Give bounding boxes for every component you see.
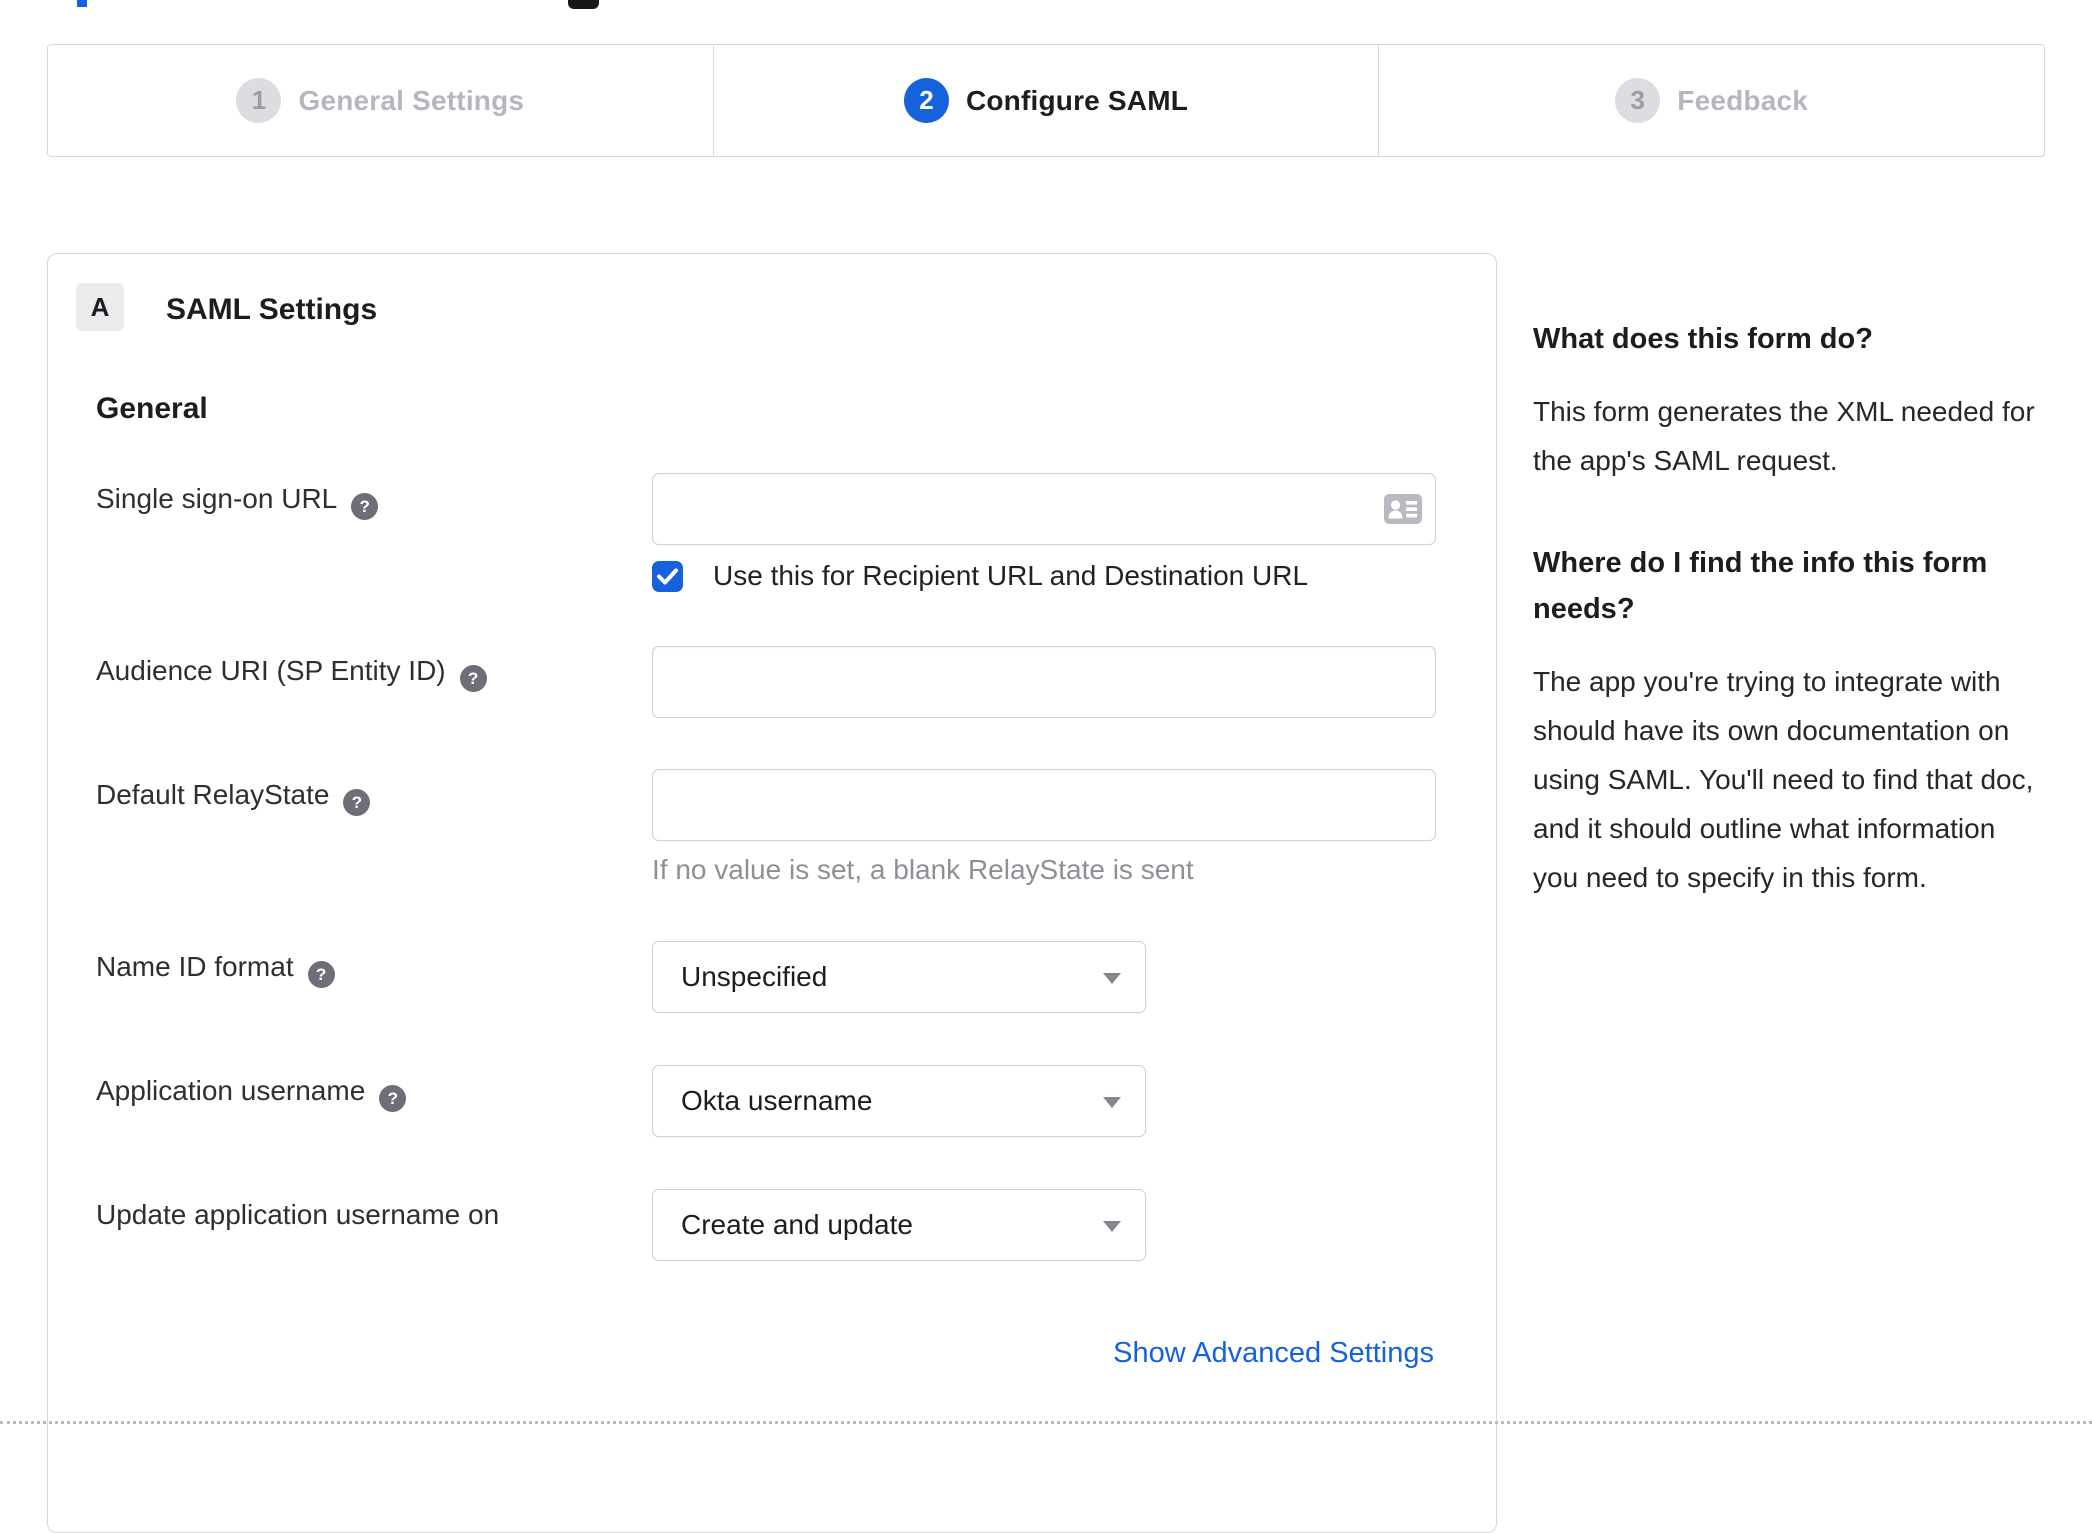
panel-title: SAML Settings bbox=[166, 293, 378, 326]
general-section-heading: General bbox=[96, 392, 208, 425]
step-number-badge: 1 bbox=[236, 78, 282, 123]
section-a-badge: A bbox=[76, 283, 124, 331]
single-sign-on-url-input[interactable] bbox=[652, 473, 1436, 545]
step-feedback[interactable]: 3 Feedback bbox=[1378, 45, 2044, 156]
cutoff-blue-element bbox=[77, 0, 87, 7]
help-icon[interactable]: ? bbox=[307, 961, 335, 988]
show-advanced-settings-link[interactable]: Show Advanced Settings bbox=[1113, 1337, 1434, 1370]
checkmark-icon bbox=[657, 568, 678, 584]
sidebar-heading: Where do I find the info this form needs… bbox=[1533, 547, 1988, 625]
application-username-select[interactable]: Okta username bbox=[652, 1065, 1146, 1137]
help-icon[interactable]: ? bbox=[343, 789, 371, 816]
audience-uri-label: Audience URI (SP Entity ID)? bbox=[96, 656, 487, 692]
step-number-badge: 2 bbox=[903, 78, 949, 123]
single-sign-on-url-label: Single sign-on URL? bbox=[96, 484, 379, 520]
chevron-down-icon bbox=[1103, 1221, 1121, 1232]
step-configure-saml[interactable]: 2 Configure SAML bbox=[712, 45, 1379, 156]
saml-settings-panel: A SAML Settings General Single sign-on U… bbox=[47, 253, 1497, 1533]
recipient-url-checkbox-row: Use this for Recipient URL and Destinati… bbox=[652, 560, 1308, 592]
chevron-down-icon bbox=[1103, 973, 1121, 984]
chevron-down-icon bbox=[1103, 1097, 1121, 1108]
name-id-format-select[interactable]: Unspecified bbox=[652, 941, 1146, 1013]
sidebar-paragraph: This form generates the XML needed for t… bbox=[1533, 396, 2035, 476]
default-relaystate-input[interactable] bbox=[652, 769, 1436, 841]
default-relaystate-label: Default RelayState? bbox=[96, 780, 371, 816]
help-icon[interactable]: ? bbox=[459, 665, 487, 692]
name-id-format-label: Name ID format? bbox=[96, 952, 335, 988]
select-value: Unspecified bbox=[681, 961, 828, 992]
step-number-badge: 3 bbox=[1615, 78, 1661, 123]
select-value: Okta username bbox=[681, 1085, 873, 1116]
step-label: Feedback bbox=[1677, 84, 1809, 116]
audience-uri-input[interactable] bbox=[652, 646, 1436, 718]
help-icon[interactable]: ? bbox=[351, 493, 379, 520]
select-value: Create and update bbox=[681, 1209, 913, 1240]
cutoff-black-icon bbox=[568, 0, 599, 9]
sidebar-paragraph: The app you're trying to integrate with … bbox=[1533, 666, 2034, 893]
wizard-stepper: 1 General Settings 2 Configure SAML 3 Fe… bbox=[47, 44, 2045, 157]
checkbox-label: Use this for Recipient URL and Destinati… bbox=[713, 560, 1309, 591]
application-username-label: Application username? bbox=[96, 1076, 407, 1112]
update-application-username-label: Update application username on bbox=[96, 1199, 500, 1230]
step-general-settings[interactable]: 1 General Settings bbox=[48, 45, 713, 156]
dashed-section-divider bbox=[0, 1421, 2092, 1424]
help-sidebar: What does this form do? This form genera… bbox=[1533, 316, 2048, 957]
relaystate-hint: If no value is set, a blank RelayState i… bbox=[652, 854, 1194, 885]
use-for-recipient-checkbox[interactable] bbox=[652, 560, 683, 592]
step-label: Configure SAML bbox=[965, 84, 1189, 116]
sidebar-heading: What does this form do? bbox=[1533, 323, 1873, 355]
help-icon[interactable]: ? bbox=[379, 1085, 407, 1112]
step-label: General Settings bbox=[298, 84, 525, 116]
update-application-username-select[interactable]: Create and update bbox=[652, 1189, 1146, 1261]
